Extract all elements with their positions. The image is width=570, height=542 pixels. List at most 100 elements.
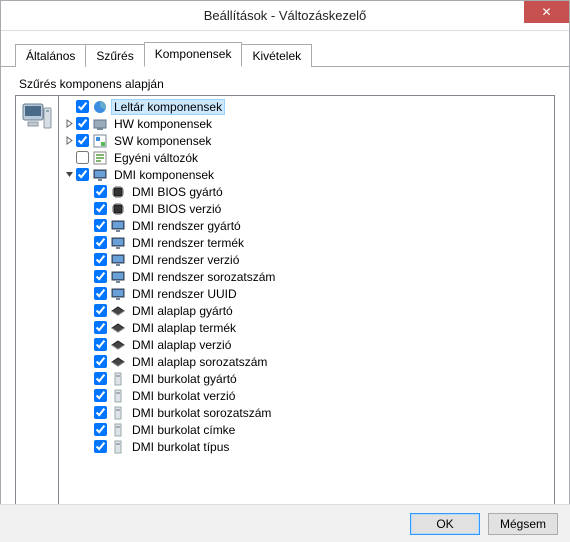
window-title: Beállítások - Változáskezelő xyxy=(204,8,367,23)
expander-spacer xyxy=(81,339,93,351)
tree-label: SW komponensek xyxy=(112,134,213,148)
cancel-button[interactable]: Mégsem xyxy=(488,513,558,535)
tree-checkbox[interactable] xyxy=(94,185,107,198)
monitor-icon xyxy=(110,269,126,285)
ok-button[interactable]: OK xyxy=(410,513,480,535)
tree-label: DMI burkolat sorozatszám xyxy=(130,406,273,420)
tree-row[interactable]: DMI burkolat típus xyxy=(59,438,554,455)
tree-row[interactable]: DMI burkolat verzió xyxy=(59,387,554,404)
case-icon xyxy=(110,405,126,421)
tree-checkbox[interactable] xyxy=(94,372,107,385)
hw-icon xyxy=(92,116,108,132)
expander-spacer xyxy=(81,254,93,266)
tab-szűrés[interactable]: Szűrés xyxy=(85,44,144,67)
tree-checkbox[interactable] xyxy=(76,117,89,130)
tree-row[interactable]: DMI BIOS gyártó xyxy=(59,183,554,200)
tree-label: DMI burkolat verzió xyxy=(130,389,237,403)
tree-row[interactable]: DMI alaplap sorozatszám xyxy=(59,353,554,370)
tree-label: DMI alaplap termék xyxy=(130,321,238,335)
tree-checkbox[interactable] xyxy=(94,338,107,351)
tree-checkbox[interactable] xyxy=(94,423,107,436)
tab-komponensek[interactable]: Komponensek xyxy=(144,42,243,67)
tree-label: DMI burkolat gyártó xyxy=(130,372,239,386)
dialog-footer: OK Mégsem xyxy=(0,504,570,542)
case-icon xyxy=(110,439,126,455)
expander-spacer xyxy=(81,203,93,215)
expander-spacer xyxy=(81,356,93,368)
tree-checkbox[interactable] xyxy=(94,219,107,232)
tree-row[interactable]: DMI rendszer termék xyxy=(59,234,554,251)
close-button[interactable]: ✕ xyxy=(524,1,569,23)
tree-checkbox[interactable] xyxy=(94,253,107,266)
expander-spacer xyxy=(63,152,75,164)
expander-spacer xyxy=(63,101,75,113)
tree-row[interactable]: DMI burkolat sorozatszám xyxy=(59,404,554,421)
tree-checkbox[interactable] xyxy=(76,168,89,181)
expander-spacer xyxy=(81,407,93,419)
tree-row[interactable]: DMI alaplap termék xyxy=(59,319,554,336)
component-tree[interactable]: Leltár komponensek HW komponensek SW kompo… xyxy=(58,96,554,514)
tree-row[interactable]: DMI komponensek xyxy=(59,166,554,183)
tree-checkbox[interactable] xyxy=(94,440,107,453)
monitor-icon xyxy=(110,286,126,302)
tree-checkbox[interactable] xyxy=(76,134,89,147)
tree-label: DMI burkolat típus xyxy=(130,440,231,454)
tree-panel: Leltár komponensek HW komponensek SW kompo… xyxy=(15,95,555,515)
tree-checkbox[interactable] xyxy=(94,287,107,300)
chevron-right-icon[interactable] xyxy=(63,118,75,130)
tree-checkbox[interactable] xyxy=(94,389,107,402)
tree-row[interactable]: DMI burkolat címke xyxy=(59,421,554,438)
chip-icon xyxy=(110,201,126,217)
tree-row[interactable]: DMI BIOS verzió xyxy=(59,200,554,217)
tree-row[interactable]: SW komponensek xyxy=(59,132,554,149)
chip-icon xyxy=(110,184,126,200)
expander-spacer xyxy=(81,322,93,334)
tree-row[interactable]: HW komponensek xyxy=(59,115,554,132)
custom-icon xyxy=(92,150,108,166)
chevron-right-icon[interactable] xyxy=(63,135,75,147)
tab-label: Komponensek xyxy=(155,47,232,61)
case-icon xyxy=(110,371,126,387)
tab-általános[interactable]: Általános xyxy=(15,44,86,67)
tree-checkbox[interactable] xyxy=(76,100,89,113)
board-icon xyxy=(110,337,126,353)
tree-row[interactable]: DMI rendszer UUID xyxy=(59,285,554,302)
tree-checkbox[interactable] xyxy=(94,304,107,317)
tree-row[interactable]: DMI rendszer sorozatszám xyxy=(59,268,554,285)
tab-content: Szűrés komponens alapján Leltár komponen… xyxy=(1,67,569,525)
tree-checkbox[interactable] xyxy=(76,151,89,164)
tree-label: DMI rendszer termék xyxy=(130,236,246,250)
tree-label: DMI alaplap sorozatszám xyxy=(130,355,269,369)
tab-kivételek[interactable]: Kivételek xyxy=(241,44,312,67)
tree-row[interactable]: Leltár komponensek xyxy=(59,98,554,115)
board-icon xyxy=(110,354,126,370)
tree-row[interactable]: DMI alaplap verzió xyxy=(59,336,554,353)
monitor-icon xyxy=(92,167,108,183)
tree-label: DMI rendszer UUID xyxy=(130,287,239,301)
tree-row[interactable]: DMI rendszer gyártó xyxy=(59,217,554,234)
tree-row[interactable]: DMI burkolat gyártó xyxy=(59,370,554,387)
tab-label: Általános xyxy=(26,49,75,63)
tree-label: DMI BIOS verzió xyxy=(130,202,223,216)
case-icon xyxy=(110,388,126,404)
expander-spacer xyxy=(81,237,93,249)
board-icon xyxy=(110,303,126,319)
tree-label: HW komponensek xyxy=(112,117,214,131)
chevron-down-icon[interactable] xyxy=(63,169,75,181)
tree-row[interactable]: Egyéni változók xyxy=(59,149,554,166)
expander-spacer xyxy=(81,441,93,453)
tree-checkbox[interactable] xyxy=(94,355,107,368)
expander-spacer xyxy=(81,186,93,198)
tree-row[interactable]: DMI alaplap gyártó xyxy=(59,302,554,319)
tree-checkbox[interactable] xyxy=(94,236,107,249)
expander-spacer xyxy=(81,390,93,402)
tree-label: Leltár komponensek xyxy=(112,100,224,114)
tree-checkbox[interactable] xyxy=(94,321,107,334)
tree-checkbox[interactable] xyxy=(94,406,107,419)
monitor-icon xyxy=(110,252,126,268)
tree-row[interactable]: DMI rendszer verzió xyxy=(59,251,554,268)
tree-checkbox[interactable] xyxy=(94,202,107,215)
expander-spacer xyxy=(81,271,93,283)
expander-spacer xyxy=(81,424,93,436)
tree-checkbox[interactable] xyxy=(94,270,107,283)
